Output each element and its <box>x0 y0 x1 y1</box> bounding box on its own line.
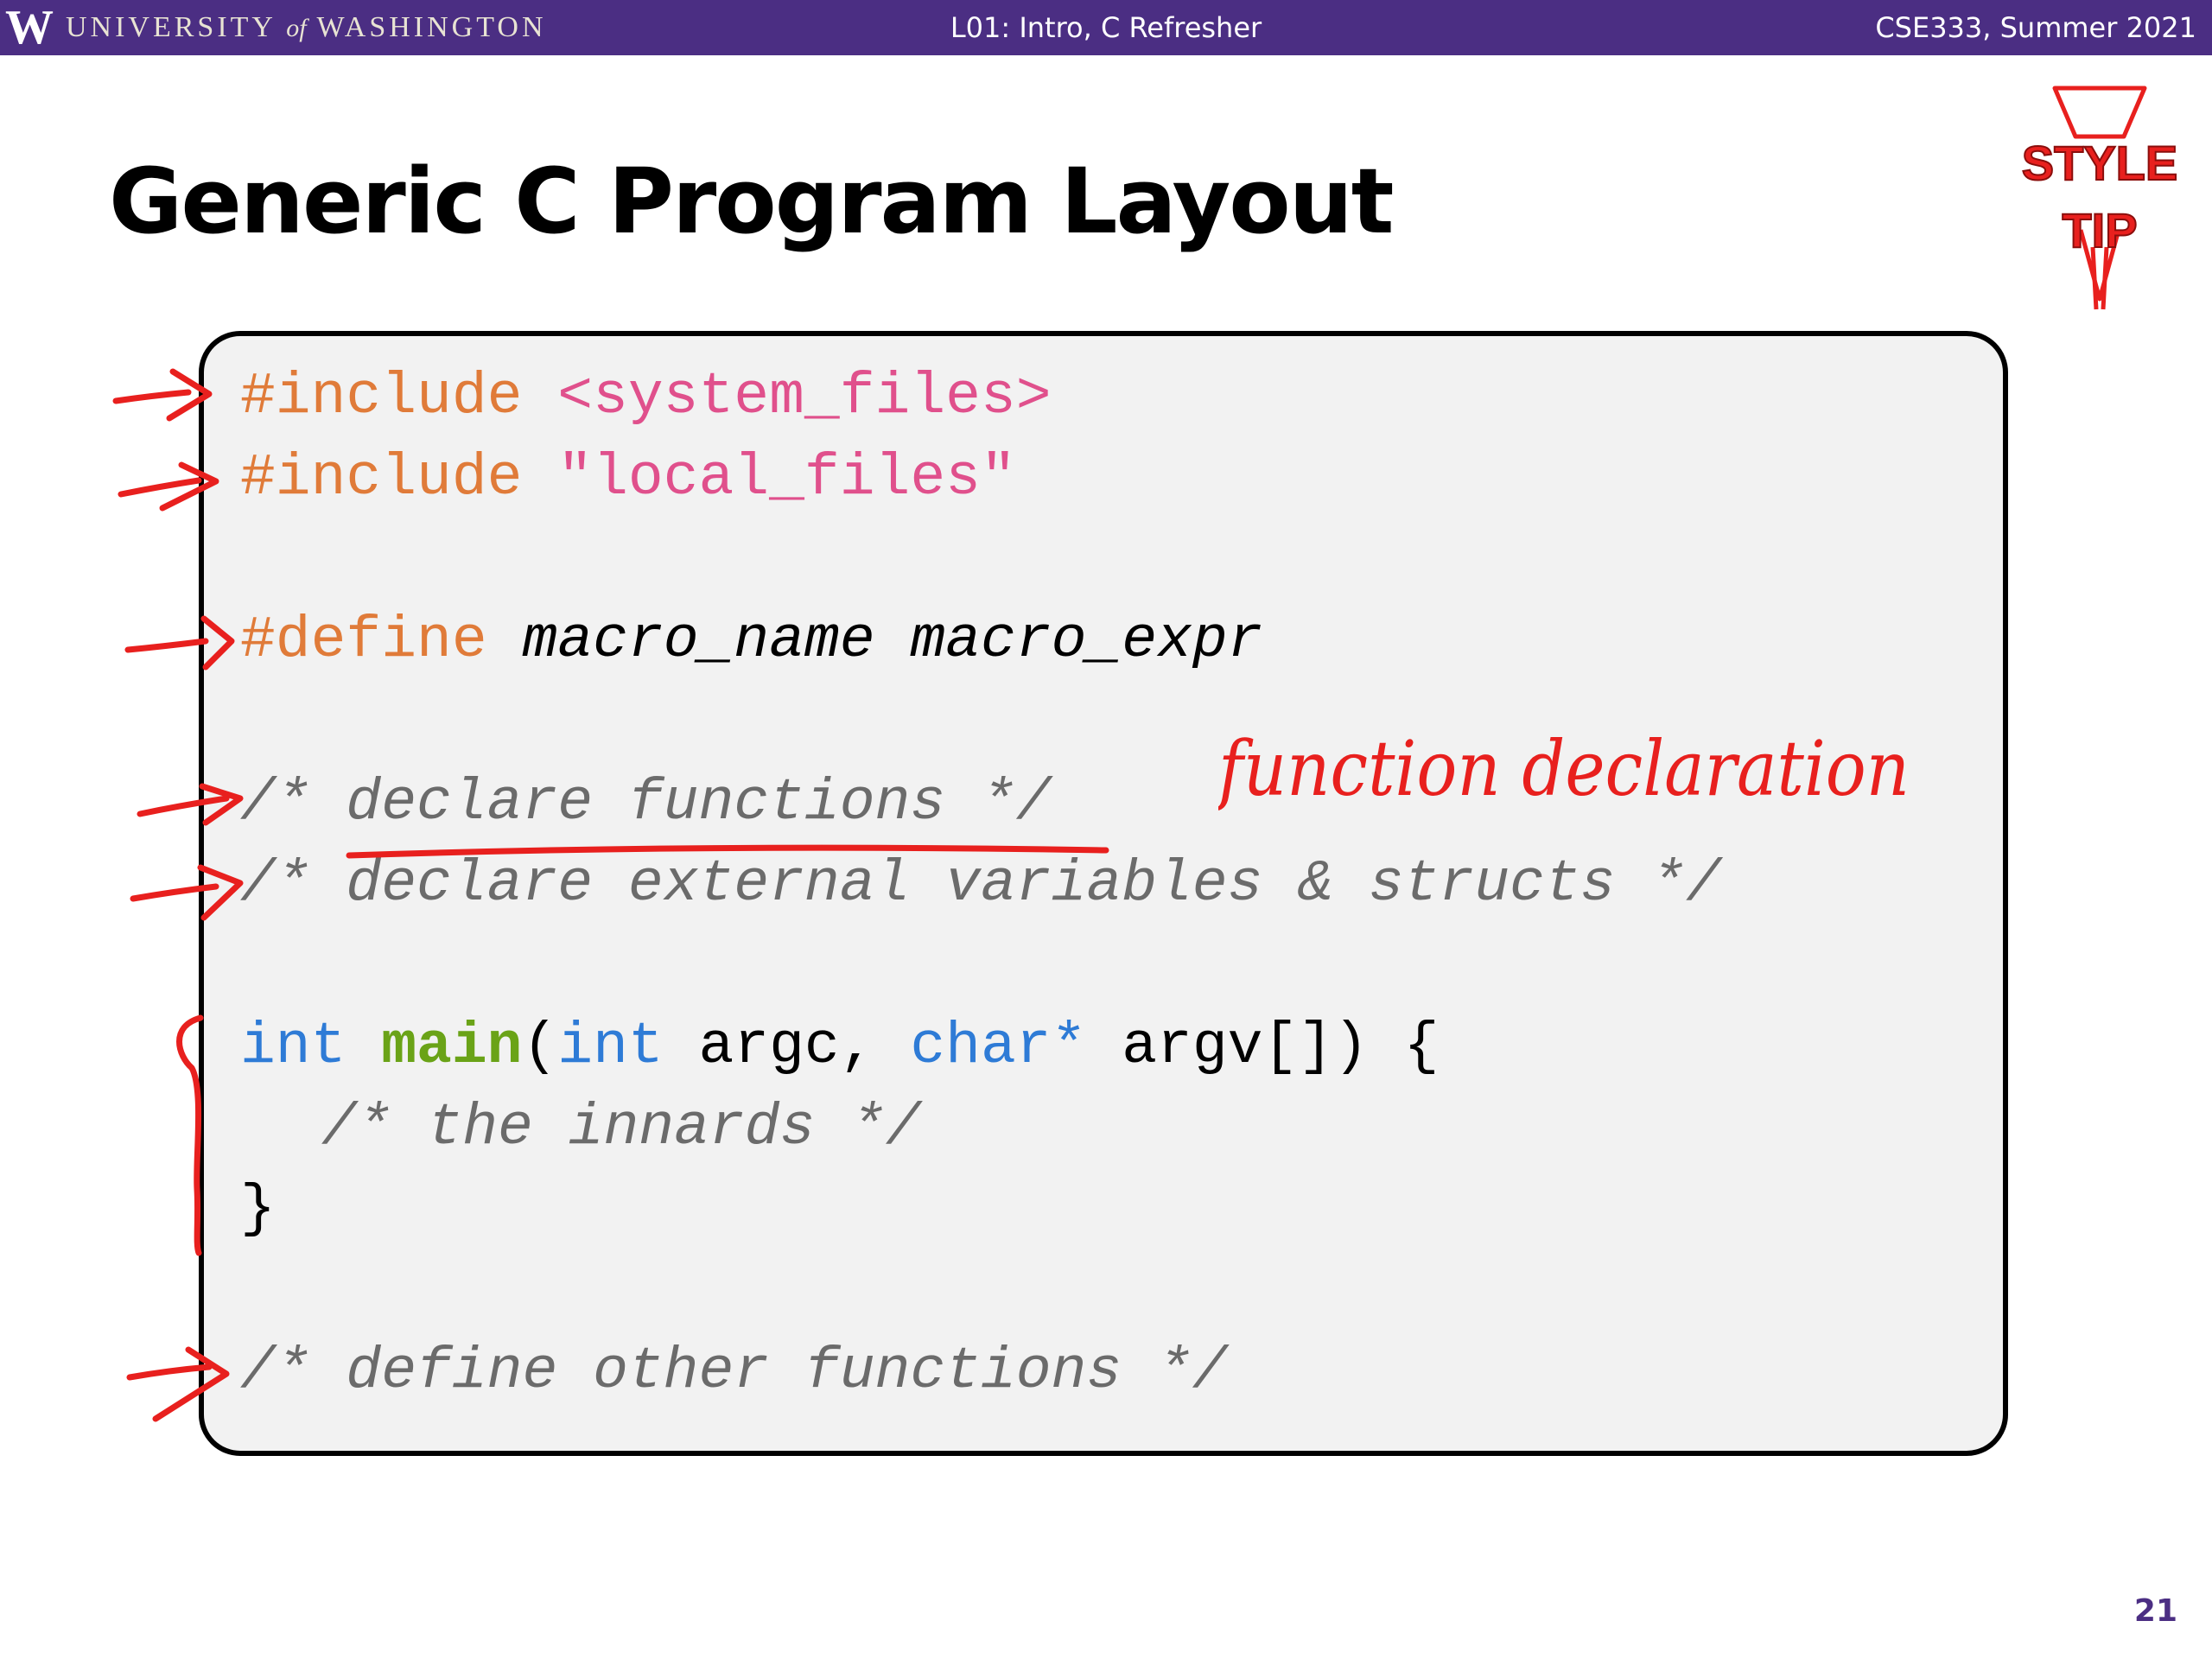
wordmark-of: of <box>286 13 307 42</box>
code-line-include-system: #include <system_files> <box>240 363 1052 432</box>
wordmark-university: UNIVERSITY <box>66 10 276 43</box>
code-line-declare-functions: /* declare functions */ <box>240 770 1052 836</box>
code-line-main-signature: int main(int argc, char* argv[]) { <box>240 1013 1439 1082</box>
macro-expr-token: macro_expr <box>910 607 1263 674</box>
include-directive: #include <box>240 445 523 512</box>
macro-name-token: macro_name <box>522 607 875 674</box>
local-files-token: "local_files" <box>557 445 1016 512</box>
code-line-include-local: #include "local_files" <box>240 444 1016 513</box>
argc-param: argc, <box>663 1014 911 1080</box>
code-line-main-close: } <box>240 1176 276 1243</box>
uw-wordmark: UNIVERSITY of WASHINGTON <box>66 0 547 56</box>
code-line-define-other: /* define other functions */ <box>240 1338 1228 1405</box>
main-return-type: int <box>240 1014 346 1080</box>
main-function-name: main <box>381 1014 523 1080</box>
argv-param: argv[]) { <box>1086 1014 1440 1080</box>
header-bar: W UNIVERSITY of WASHINGTON L01: Intro, C… <box>0 0 2212 55</box>
handwriting-text: function declaration <box>1218 724 1910 813</box>
wordmark-washington: WASHINGTON <box>316 10 547 43</box>
code-line-innards: /* the innards */ <box>321 1095 921 1161</box>
define-directive: #define <box>240 607 487 674</box>
uw-w-logo-icon: W <box>5 1 54 54</box>
code-line-define: #define macro_name macro_expr <box>240 607 1262 676</box>
uw-logo: W UNIVERSITY of WASHINGTON <box>0 0 547 55</box>
ink-arrow-include-system <box>112 368 213 422</box>
style-tip-line1: STYLE <box>2022 136 2177 190</box>
include-directive: #include <box>240 364 523 430</box>
main-open-paren: ( <box>522 1014 558 1080</box>
slide: W UNIVERSITY of WASHINGTON L01: Intro, C… <box>0 0 2212 1659</box>
style-tip-icon: STYLE TIP <box>2021 86 2178 310</box>
argv-type: char* <box>910 1014 1087 1080</box>
argc-type: int <box>557 1014 664 1080</box>
system-files-token: <system_files> <box>557 364 1052 430</box>
handwriting-note: function declaration <box>1218 724 1910 813</box>
style-tip-line2: TIP <box>2062 203 2137 257</box>
course-label: CSE333, Summer 2021 <box>1875 11 2196 44</box>
slide-number: 21 <box>2133 1593 2177 1629</box>
ink-bracket-main <box>176 1014 204 1256</box>
slide-title: Generic C Program Layout <box>109 149 1394 254</box>
